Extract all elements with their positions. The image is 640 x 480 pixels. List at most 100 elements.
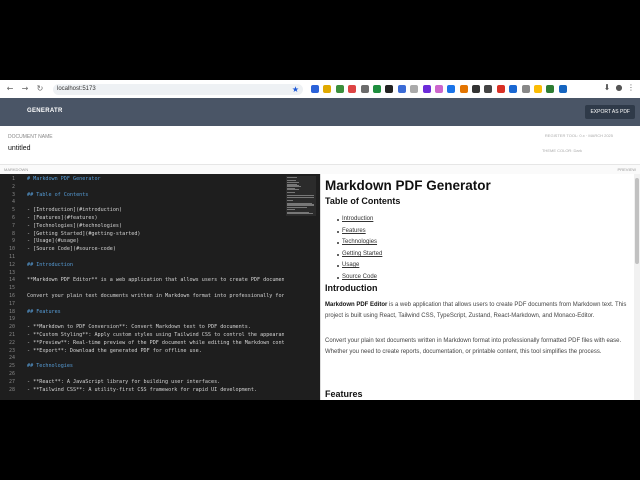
line-number: 14 — [8, 277, 15, 284]
code-text: - [Source Code](#source-code) — [27, 246, 116, 253]
editor-line: 14 **Markdown PDF Editor** is a web appli… — [0, 277, 320, 285]
code-text: - **Tailwind CSS**: A utility-first CSS … — [27, 386, 258, 393]
line-number: 10 — [8, 246, 15, 253]
line-number: 9 — [11, 238, 15, 245]
document-meta: REGISTER TOOL: 0.x · MARCH 2025 — [544, 133, 613, 138]
editor-line: 17 — [0, 301, 320, 309]
preview-introduction-heading: Introduction — [325, 283, 378, 293]
preview-pane-label: PREVIEW — [617, 167, 636, 172]
extension-icon[interactable] — [422, 85, 431, 93]
line-number: 6 — [11, 215, 15, 221]
editor-line: 18 ## Features — [0, 309, 320, 317]
extension-icon[interactable] — [484, 85, 493, 93]
code-text: Convert your plain text documents writte… — [27, 293, 284, 299]
editor-line: 9 - [Usage](#usage) — [0, 238, 320, 246]
code-text: - [Features](#features) — [27, 215, 98, 221]
back-icon[interactable]: ← — [5, 84, 15, 94]
extension-icon[interactable] — [546, 85, 555, 93]
extension-icon[interactable] — [496, 85, 505, 93]
code-text: # Markdown PDF Generator — [27, 176, 101, 182]
code-text: - [Usage](#usage) — [27, 238, 80, 245]
code-text: - **React**: A JavaScript library for bu… — [27, 378, 221, 385]
line-number: 17 — [8, 300, 15, 307]
markdown-editor[interactable]: 1 # Markdown PDF Generator 2 3 ## Table of C… — [0, 174, 320, 400]
browser-toolbar: ← → ↻ localhost:5173 ★ ⬇ ● ⋮ — [0, 80, 640, 99]
toc-link[interactable]: Usage — [342, 262, 359, 268]
export-pdf-button[interactable]: EXPORT AS PDF — [585, 105, 635, 119]
line-number: 13 — [8, 269, 15, 276]
line-number: 3 — [11, 191, 15, 198]
extension-icon[interactable] — [459, 85, 468, 93]
toc-link[interactable]: Features — [342, 228, 366, 234]
preview-title: Markdown PDF Generator — [325, 178, 491, 193]
editor-line: 3 ## Table of Contents — [0, 192, 320, 200]
extension-icon[interactable] — [385, 85, 394, 93]
scrollbar-thumb[interactable] — [635, 178, 639, 264]
markdown-pane-label: MARKDOWN — [4, 167, 29, 172]
editor-line: 8 - [Getting Started](#getting-started) — [0, 231, 320, 239]
extension-icon[interactable] — [447, 85, 456, 93]
toc-link[interactable]: Technologies — [342, 239, 377, 245]
line-number: 4 — [11, 199, 15, 206]
editor-line: 7 - [Technologies](#technologies) — [0, 223, 320, 231]
extension-icon[interactable] — [410, 85, 419, 93]
code-text: ## Technologies — [27, 363, 74, 370]
line-number: 28 — [8, 386, 15, 393]
extension-icon[interactable] — [509, 85, 518, 93]
editor-line: 22 - **Preview**: Real-time preview of th… — [0, 340, 320, 348]
extension-icon[interactable] — [372, 85, 381, 93]
line-number: 19 — [8, 316, 15, 323]
preview-scrollbar[interactable] — [634, 174, 640, 400]
editor-line: 19 — [0, 316, 320, 324]
code-text: - [Introduction](#introduction) — [27, 207, 123, 214]
app-logo: GENERATR — [27, 108, 63, 114]
toc-link[interactable]: Getting Started — [342, 251, 382, 257]
line-number: 15 — [8, 285, 15, 292]
address-bar[interactable]: localhost:5173 ★ — [53, 83, 303, 95]
extension-icon[interactable] — [323, 85, 332, 93]
toc-bullet — [337, 265, 339, 268]
preview-features-heading: Features — [325, 389, 363, 399]
preview-convert-paragraph: Convert your plain text documents writte… — [325, 338, 622, 355]
editor-line: 13 — [0, 270, 320, 278]
browser-actions: ⬇ ● ⋮ — [600, 83, 636, 92]
editor-line: 28 - **Tailwind CSS**: A utility-first CS… — [0, 387, 320, 395]
download-icon[interactable]: ⬇ — [602, 83, 612, 92]
toc-link[interactable]: Introduction — [342, 216, 373, 222]
bookmark-star-icon[interactable]: ★ — [292, 84, 299, 95]
editor-line: 24 — [0, 355, 320, 363]
extension-icon[interactable] — [558, 85, 567, 93]
url-text: localhost:5173 — [57, 86, 96, 92]
editor-line: 11 — [0, 254, 320, 262]
extension-icon[interactable] — [348, 85, 357, 93]
toc-link[interactable]: Source Code — [342, 274, 377, 280]
editor-line: 25 ## Technologies — [0, 363, 320, 371]
code-text: **Markdown PDF Editor** is a web applica… — [27, 277, 284, 284]
menu-icon[interactable]: ⋮ — [626, 83, 636, 92]
profile-icon[interactable]: ● — [614, 83, 624, 92]
line-number: 25 — [8, 363, 15, 370]
forward-icon[interactable]: → — [20, 84, 30, 94]
editor-line: 15 — [0, 285, 320, 293]
line-number: 24 — [8, 355, 15, 362]
extension-icon[interactable] — [472, 85, 481, 93]
reload-icon[interactable]: ↻ — [35, 84, 45, 94]
extension-icon[interactable] — [434, 85, 443, 93]
line-number: 5 — [11, 207, 15, 214]
editor-line: 23 - **Export**: Download the generated P… — [0, 348, 320, 356]
extension-icon[interactable] — [397, 85, 406, 93]
extensions-bar — [311, 85, 571, 93]
extension-icon[interactable] — [360, 85, 369, 93]
extension-icon[interactable] — [521, 85, 530, 93]
extension-icon[interactable] — [335, 85, 344, 93]
document-name-field[interactable]: untitled — [8, 145, 31, 152]
extension-icon[interactable] — [311, 85, 319, 93]
line-number: 2 — [11, 183, 15, 190]
editor-line: 5 - [Introduction](#introduction) — [0, 207, 320, 215]
document-info-bar: DOCUMENT NAME untitled REGISTER TOOL: 0.… — [0, 126, 640, 165]
preview-toc-heading: Table of Contents — [325, 196, 401, 206]
document-name-label: DOCUMENT NAME — [8, 134, 53, 140]
code-text: - [Technologies](#technologies) — [27, 222, 123, 229]
editor-line: 16 Convert your plain text documents writ… — [0, 293, 320, 301]
extension-icon[interactable] — [534, 85, 543, 93]
